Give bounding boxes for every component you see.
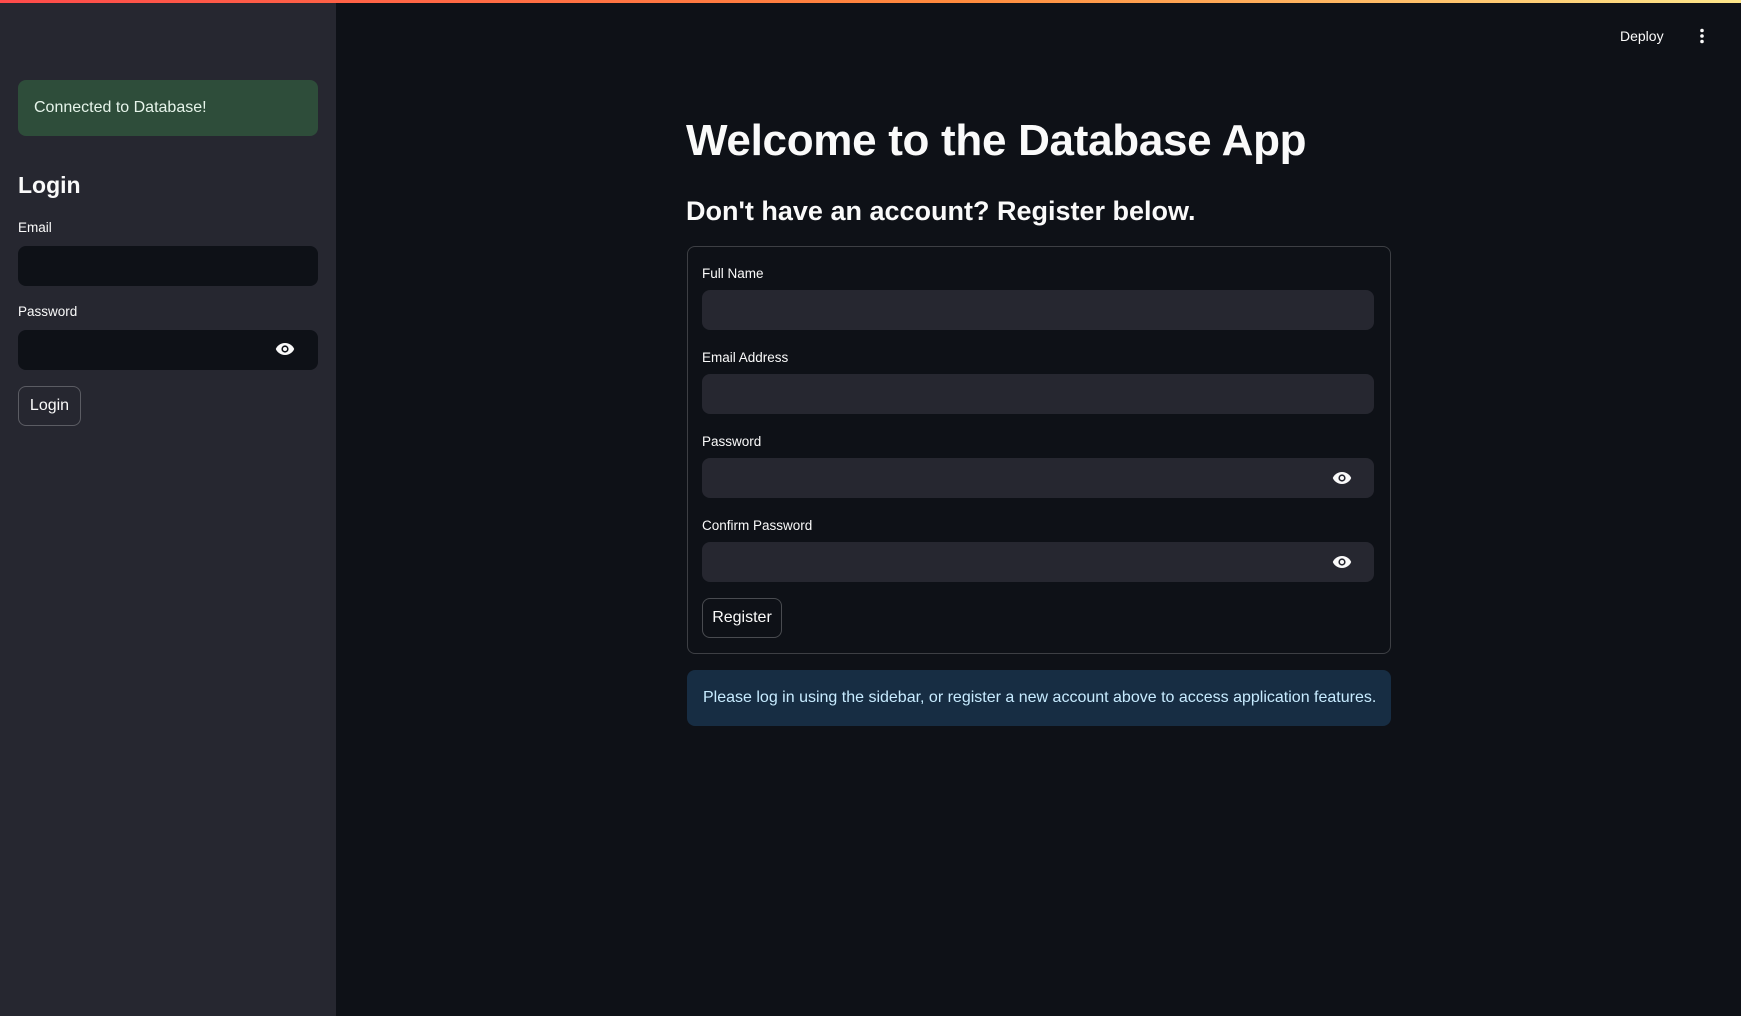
deploy-button[interactable]: Deploy [1620, 24, 1664, 48]
database-status-alert: Connected to Database! [18, 80, 318, 136]
login-info-alert: Please log in using the sidebar, or regi… [687, 670, 1391, 726]
app-top-decoration-bar [0, 0, 1741, 3]
login-show-password-eye-icon[interactable] [274, 338, 296, 360]
login-heading: Login [18, 172, 81, 198]
login-info-text: Please log in using the sidebar, or regi… [703, 689, 1377, 706]
login-button[interactable]: Login [18, 386, 81, 426]
login-email-label: Email [18, 220, 52, 235]
kebab-menu-icon[interactable] [1692, 24, 1712, 48]
full-name-label: Full Name [702, 266, 764, 281]
register-show-password-eye-icon[interactable] [1331, 467, 1353, 489]
database-status-text: Connected to Database! [34, 99, 207, 116]
login-password-input[interactable] [18, 330, 318, 370]
confirm-password-input[interactable] [702, 542, 1374, 582]
page-title: Welcome to the Database App [686, 116, 1307, 165]
login-password-label: Password [18, 304, 78, 319]
confirm-show-password-eye-icon[interactable] [1331, 551, 1353, 573]
sidebar: Connected to Database! Login Email Passw… [0, 0, 336, 1016]
full-name-input[interactable] [702, 290, 1374, 330]
confirm-password-label: Confirm Password [702, 518, 813, 533]
register-subtitle: Don't have an account? Register below. [686, 196, 1196, 226]
email-address-label: Email Address [702, 350, 789, 365]
register-password-label: Password [702, 434, 762, 449]
email-address-input[interactable] [702, 374, 1374, 414]
register-password-input[interactable] [702, 458, 1374, 498]
register-button[interactable]: Register [702, 598, 782, 638]
login-email-input[interactable] [18, 246, 318, 286]
